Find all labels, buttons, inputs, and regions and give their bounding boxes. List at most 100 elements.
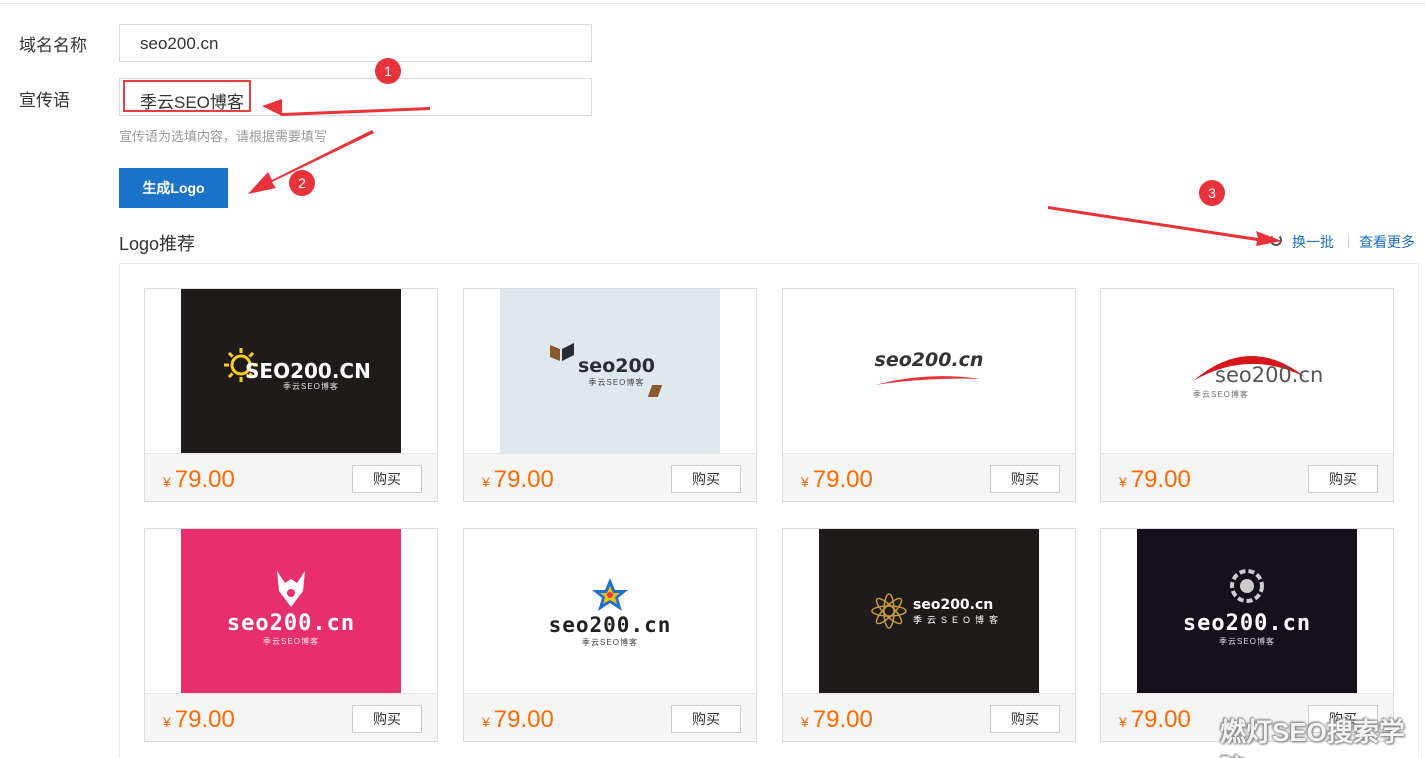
logo-subtitle: 季云SEO博客 xyxy=(588,378,645,387)
link-separator xyxy=(1348,234,1349,248)
logo-wordmark: seo200 xyxy=(578,355,655,377)
price-value: 79.00 xyxy=(812,706,873,733)
logo-preview[interactable]: seo200.cn 季云SEO博客 xyxy=(783,529,1075,693)
logo-artwork: seo200.cn 季云SEO博客 xyxy=(1137,289,1357,453)
logo-artwork: seo200.cn 季云SEO博客 xyxy=(181,529,401,693)
card-footer: ¥79.00 购买 xyxy=(464,453,756,501)
logo-artwork: seo200.cn 季云SEO博客 xyxy=(1137,529,1357,693)
slogan-input-value: 季云SEO博客 xyxy=(140,93,244,112)
currency-symbol: ¥ xyxy=(1119,474,1127,490)
logo-subtitle: 季云SEO博客 xyxy=(1219,637,1275,646)
logo-wordmark: seo200.cn xyxy=(226,611,356,636)
watermark-text: 燃灯SEO搜索学院 xyxy=(1220,717,1405,758)
card-footer: ¥79.00 购买 xyxy=(1101,453,1393,501)
logo-subtitle: 季云SEO博客 xyxy=(283,382,339,391)
price-value: 79.00 xyxy=(174,706,235,733)
annotation-badge-2: 2 xyxy=(289,170,315,196)
logo-preview[interactable]: seo200.cn 季云SEO博客 xyxy=(1101,289,1393,453)
flower-icon xyxy=(869,591,909,636)
price: ¥79.00 xyxy=(482,466,554,494)
currency-symbol: ¥ xyxy=(163,474,171,490)
price: ¥79.00 xyxy=(1119,706,1191,734)
logo-preview[interactable]: seo200.cn 季云SEO博客 xyxy=(464,529,756,693)
buy-button[interactable]: 购买 xyxy=(352,465,422,493)
buy-button[interactable]: 购买 xyxy=(671,705,741,733)
logo-subtitle: 季云SEO博客 xyxy=(913,615,1004,625)
annotation-badge-1: 1 xyxy=(375,58,401,84)
logo-wordmark: seo200.cn xyxy=(1182,611,1312,636)
page: 域名名称 seo200.cn 宣传语 季云SEO博客 宣传语为选填内容，请根据需… xyxy=(0,0,1425,758)
logo-preview[interactable]: seo200.cn 季云SEO博客 xyxy=(145,529,437,693)
cube-pieces-icon xyxy=(548,341,578,372)
logo-wordmark: seo200.cn xyxy=(1215,363,1324,387)
domain-input-value: seo200.cn xyxy=(140,34,219,53)
logo-artwork: seo200 季云SEO博客 xyxy=(500,289,720,453)
currency-symbol: ¥ xyxy=(163,714,171,730)
logo-subtitle: 季云SEO博客 xyxy=(1193,390,1249,399)
generate-logo-button[interactable]: 生成Logo xyxy=(119,168,228,208)
view-more-link[interactable]: 查看更多 xyxy=(1359,232,1415,252)
buy-button[interactable]: 购买 xyxy=(671,465,741,493)
logo-card[interactable]: SEO200.CN 季云SEO博客 ¥79.00 购买 xyxy=(144,288,438,502)
logo-wordmark: seo200.cn xyxy=(913,597,994,613)
logo-preview[interactable]: seo200.cn xyxy=(783,289,1075,453)
price-value: 79.00 xyxy=(174,466,235,493)
card-footer: ¥79.00 购买 xyxy=(783,453,1075,501)
price: ¥79.00 xyxy=(163,466,235,494)
refresh-batch-link[interactable]: 换一批 xyxy=(1292,232,1334,252)
logo-card[interactable]: seo200.cn 季云SEO博客 ¥79.00 购买 xyxy=(782,528,1076,742)
currency-symbol: ¥ xyxy=(482,474,490,490)
card-footer: ¥79.00 购买 xyxy=(145,693,437,741)
price: ¥79.00 xyxy=(801,706,873,734)
logo-card[interactable]: seo200.cn ¥79.00 购买 xyxy=(782,288,1076,502)
currency-symbol: ¥ xyxy=(801,714,809,730)
currency-symbol: ¥ xyxy=(1119,714,1127,730)
price-value: 79.00 xyxy=(493,706,554,733)
wolf-icon xyxy=(181,569,401,609)
price-value: 79.00 xyxy=(1130,466,1191,493)
slogan-label: 宣传语 xyxy=(19,91,70,110)
price: ¥79.00 xyxy=(163,706,235,734)
domain-input[interactable]: seo200.cn xyxy=(119,24,592,62)
price-value: 79.00 xyxy=(1130,706,1191,733)
currency-symbol: ¥ xyxy=(482,714,490,730)
currency-symbol: ¥ xyxy=(801,474,809,490)
price-value: 79.00 xyxy=(812,466,873,493)
logo-subtitle: 季云SEO博客 xyxy=(582,638,638,647)
price: ¥79.00 xyxy=(482,706,554,734)
price: ¥79.00 xyxy=(801,466,873,494)
buy-button[interactable]: 购买 xyxy=(990,465,1060,493)
buy-button[interactable]: 购买 xyxy=(352,705,422,733)
logo-card[interactable]: seo200.cn 季云SEO博客 ¥79.00 购买 xyxy=(1100,528,1394,742)
logo-artwork: SEO200.CN 季云SEO博客 xyxy=(181,289,401,453)
annotation-badge-3: 3 xyxy=(1199,180,1225,206)
logo-recommend-title: Logo推荐 xyxy=(119,234,196,254)
logo-artwork: seo200.cn 季云SEO博客 xyxy=(819,529,1039,693)
logo-artwork: seo200.cn 季云SEO博客 xyxy=(500,529,720,693)
slogan-hint: 宣传语为选填内容，请根据需要填写 xyxy=(119,129,328,144)
buy-button[interactable]: 购买 xyxy=(1308,465,1378,493)
logo-preview[interactable]: seo200.cn 季云SEO博客 xyxy=(1101,529,1393,693)
price: ¥79.00 xyxy=(1119,466,1191,494)
logo-preview[interactable]: SEO200.CN 季云SEO博客 xyxy=(145,289,437,453)
logo-wordmark: SEO200.CN xyxy=(245,359,371,383)
lion-icon xyxy=(1137,569,1357,603)
logo-card[interactable]: seo200.cn 季云SEO博客 ¥79.00 购买 xyxy=(1100,288,1394,502)
card-footer: ¥79.00 购买 xyxy=(783,693,1075,741)
logo-card[interactable]: seo200.cn 季云SEO博客 ¥79.00 购买 xyxy=(144,528,438,742)
domain-label: 域名名称 xyxy=(19,36,87,55)
refresh-icon[interactable] xyxy=(1270,234,1282,246)
slogan-input[interactable]: 季云SEO博客 xyxy=(119,78,592,116)
star-icon xyxy=(500,577,720,613)
card-footer: ¥79.00 购买 xyxy=(464,693,756,741)
annotation-arrow-3 xyxy=(1048,206,1282,246)
logo-wordmark: seo200.cn xyxy=(874,349,984,371)
logo-card[interactable]: seo200 季云SEO博客 ¥79.00 购买 xyxy=(463,288,757,502)
price-value: 79.00 xyxy=(493,466,554,493)
buy-button[interactable]: 购买 xyxy=(990,705,1060,733)
logo-wordmark: seo200.cn xyxy=(548,613,672,637)
logo-artwork: seo200.cn xyxy=(819,289,1039,453)
logo-preview[interactable]: seo200 季云SEO博客 xyxy=(464,289,756,453)
top-divider xyxy=(0,3,1425,4)
logo-card[interactable]: seo200.cn 季云SEO博客 ¥79.00 购买 xyxy=(463,528,757,742)
